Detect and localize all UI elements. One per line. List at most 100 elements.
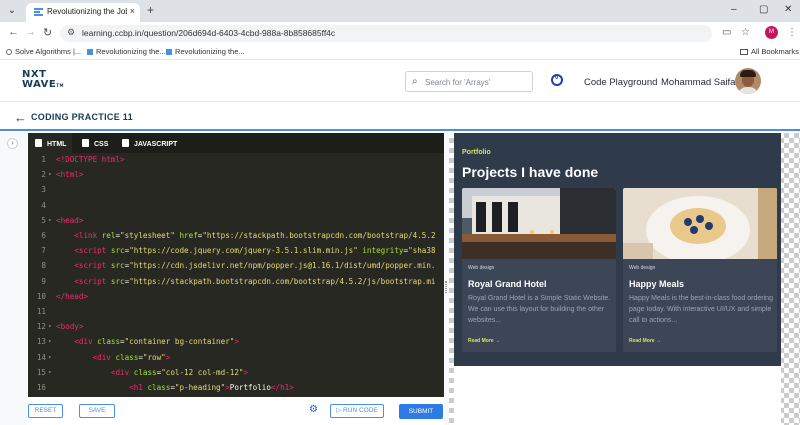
code-text: <div class="container bg-container"> <box>74 337 239 347</box>
code-text: <html> <box>56 170 84 180</box>
line-number: 8 <box>41 261 46 271</box>
streak-count: 0 <box>555 75 559 81</box>
code-line[interactable]: 7 <script src="https://code.jquery.com/j… <box>28 246 444 261</box>
fold-chevron-icon[interactable]: ▾ <box>48 338 52 345</box>
project-card: Web design Royal Grand Hotel Royal Grand… <box>462 188 616 352</box>
site-info-icon[interactable]: ⚙ <box>67 27 75 38</box>
fold-chevron-icon[interactable]: ▾ <box>48 369 52 376</box>
logo-line2: WAVE <box>22 79 57 90</box>
reload-icon[interactable]: ↻ <box>43 26 52 39</box>
line-number: 16 <box>36 383 46 392</box>
new-tab-button[interactable]: + <box>147 3 154 17</box>
bookmark-star-icon[interactable]: ☆ <box>741 27 750 38</box>
search-input[interactable]: ⌕ Search for 'Arrays' <box>405 71 533 92</box>
code-text: <head> <box>56 215 84 225</box>
line-number: 2 <box>41 170 46 180</box>
code-line[interactable]: 5 ▾ <head> <box>28 216 444 231</box>
code-line[interactable]: 10 </head> <box>28 292 444 307</box>
ccbp-favicon-icon <box>166 49 172 55</box>
code-line[interactable]: 4 <box>28 201 444 216</box>
back-arrow-icon[interactable]: ← <box>14 110 27 125</box>
code-text: <body> <box>56 322 84 332</box>
run-code-button[interactable]: ▷ RUN CODE <box>330 404 384 418</box>
code-line[interactable]: 12 ▾ <body> <box>28 322 444 337</box>
editor-tabs: HTML CSS JAVASCRIPT <box>28 133 444 153</box>
streak-icon[interactable]: 0 <box>551 74 563 86</box>
user-name[interactable]: Mohammad Saifa <box>661 77 735 88</box>
tab-label: CSS <box>94 141 109 148</box>
code-area[interactable]: 1 <!DOCTYPE html> 2 ▾ <html> 3 4 5 ▾ <head> 6 <lin… <box>28 155 444 397</box>
code-line[interactable]: 11 <box>28 307 444 322</box>
line-number: 12 <box>36 322 46 332</box>
code-line[interactable]: 14 ▾ <div class="row"> <box>28 353 444 368</box>
fold-chevron-icon[interactable]: ▾ <box>48 217 52 224</box>
line-number: 13 <box>36 337 46 347</box>
bookmark-label: Solve Algorithms |... <box>15 47 82 56</box>
tab-search-icon[interactable]: ⌄ <box>5 4 19 18</box>
project-card: Web design Happy Meals Happy Meals is th… <box>623 188 777 352</box>
tab-javascript[interactable]: JAVASCRIPT <box>122 133 182 153</box>
code-line[interactable]: 3 <box>28 185 444 200</box>
line-number: 3 <box>41 185 46 195</box>
bookmark-item[interactable]: Solve Algorithms |... <box>6 47 81 56</box>
code-editor[interactable]: HTML CSS JAVASCRIPT 1 <!DOCTYPE html> 2 ▾ <h… <box>28 133 444 397</box>
expand-panel-icon[interactable]: › <box>7 138 18 149</box>
code-line[interactable]: 15 ▾ <div class="col-12 col-md-12"> <box>28 368 444 383</box>
cast-icon[interactable]: ▭ <box>722 27 731 38</box>
user-avatar[interactable] <box>735 68 761 94</box>
code-line[interactable]: 13 ▾ <div class="container bg-container"> <box>28 337 444 352</box>
more-menu-icon[interactable]: ⋮ <box>787 27 797 38</box>
fold-chevron-icon[interactable]: ▾ <box>48 323 52 330</box>
output-preview: Portfolio Projects I have done Web desig… <box>449 133 800 425</box>
read-more-link[interactable]: Read More → <box>629 338 661 344</box>
code-line[interactable]: 6 <link rel="stylesheet" href="https://s… <box>28 231 444 246</box>
css-file-icon <box>82 139 89 147</box>
back-arrow-icon[interactable]: ← <box>8 26 19 38</box>
reset-button[interactable]: RESET <box>28 404 63 418</box>
address-bar[interactable]: ⚙ learning.ccbp.in/question/206d694d-640… <box>60 25 712 42</box>
folder-icon <box>740 49 748 55</box>
tab-html[interactable]: HTML <box>28 133 72 153</box>
globe-icon <box>6 49 12 55</box>
all-bookmarks[interactable]: All Bookmarks <box>740 47 799 56</box>
meal-image <box>623 188 777 259</box>
browser-tab[interactable]: Revolutionizing the Job Market × <box>26 3 140 22</box>
settings-gear-icon[interactable]: ⚙ <box>309 404 318 415</box>
line-number: 1 <box>41 155 46 164</box>
code-line[interactable]: 1 <!DOCTYPE html> <box>28 155 444 170</box>
fold-chevron-icon[interactable]: ▾ <box>48 354 52 361</box>
tab-css[interactable]: CSS <box>80 133 116 153</box>
read-more-link[interactable]: Read More → <box>468 338 500 344</box>
line-number: 7 <box>41 246 46 256</box>
bookmark-item[interactable]: Revolutionizing the... <box>87 47 166 56</box>
bookmarks-bar: Solve Algorithms |... Revolutionizing th… <box>0 44 800 60</box>
card-title: Royal Grand Hotel <box>468 279 547 289</box>
js-file-icon <box>122 139 129 147</box>
restore-icon[interactable]: ▢ <box>759 4 768 15</box>
forward-arrow-icon[interactable]: → <box>25 26 36 38</box>
ccbp-favicon-icon <box>34 8 43 16</box>
save-button[interactable]: SAVE <box>79 404 115 418</box>
code-line[interactable]: 16 <h1 class="p-heading">Portfolio</h1> <box>28 383 444 397</box>
code-line[interactable]: 2 ▾ <html> <box>28 170 444 185</box>
projects-title: Projects I have done <box>462 164 599 180</box>
code-text: <div class="col-12 col-md-12"> <box>110 367 249 377</box>
html-file-icon <box>35 139 42 147</box>
card-tag: Web design <box>468 265 495 271</box>
code-playground-link[interactable]: Code Playground <box>584 77 657 88</box>
tab-close-icon[interactable]: × <box>130 6 135 16</box>
line-number: 11 <box>36 307 46 316</box>
submit-button[interactable]: SUBMIT <box>399 404 443 419</box>
url-text: learning.ccbp.in/question/206d694d-6403-… <box>82 28 336 38</box>
bookmark-item[interactable]: Revolutionizing the... <box>166 47 245 56</box>
minimize-icon[interactable]: – <box>731 4 737 15</box>
ccbp-favicon-icon <box>87 49 93 55</box>
search-placeholder: Search for 'Arrays' <box>425 78 491 87</box>
close-window-icon[interactable]: ✕ <box>784 4 792 15</box>
fold-chevron-icon[interactable]: ▾ <box>48 171 52 178</box>
code-line[interactable]: 9 <script src="https://stackpath.bootstr… <box>28 277 444 292</box>
nxtwave-logo[interactable]: NXT WAVETM <box>22 70 64 91</box>
profile-avatar[interactable]: M <box>765 26 778 39</box>
code-line[interactable]: 8 <script src="https://cdn.jsdelivr.net/… <box>28 261 444 276</box>
bookmark-label: Revolutionizing the... <box>96 47 166 56</box>
